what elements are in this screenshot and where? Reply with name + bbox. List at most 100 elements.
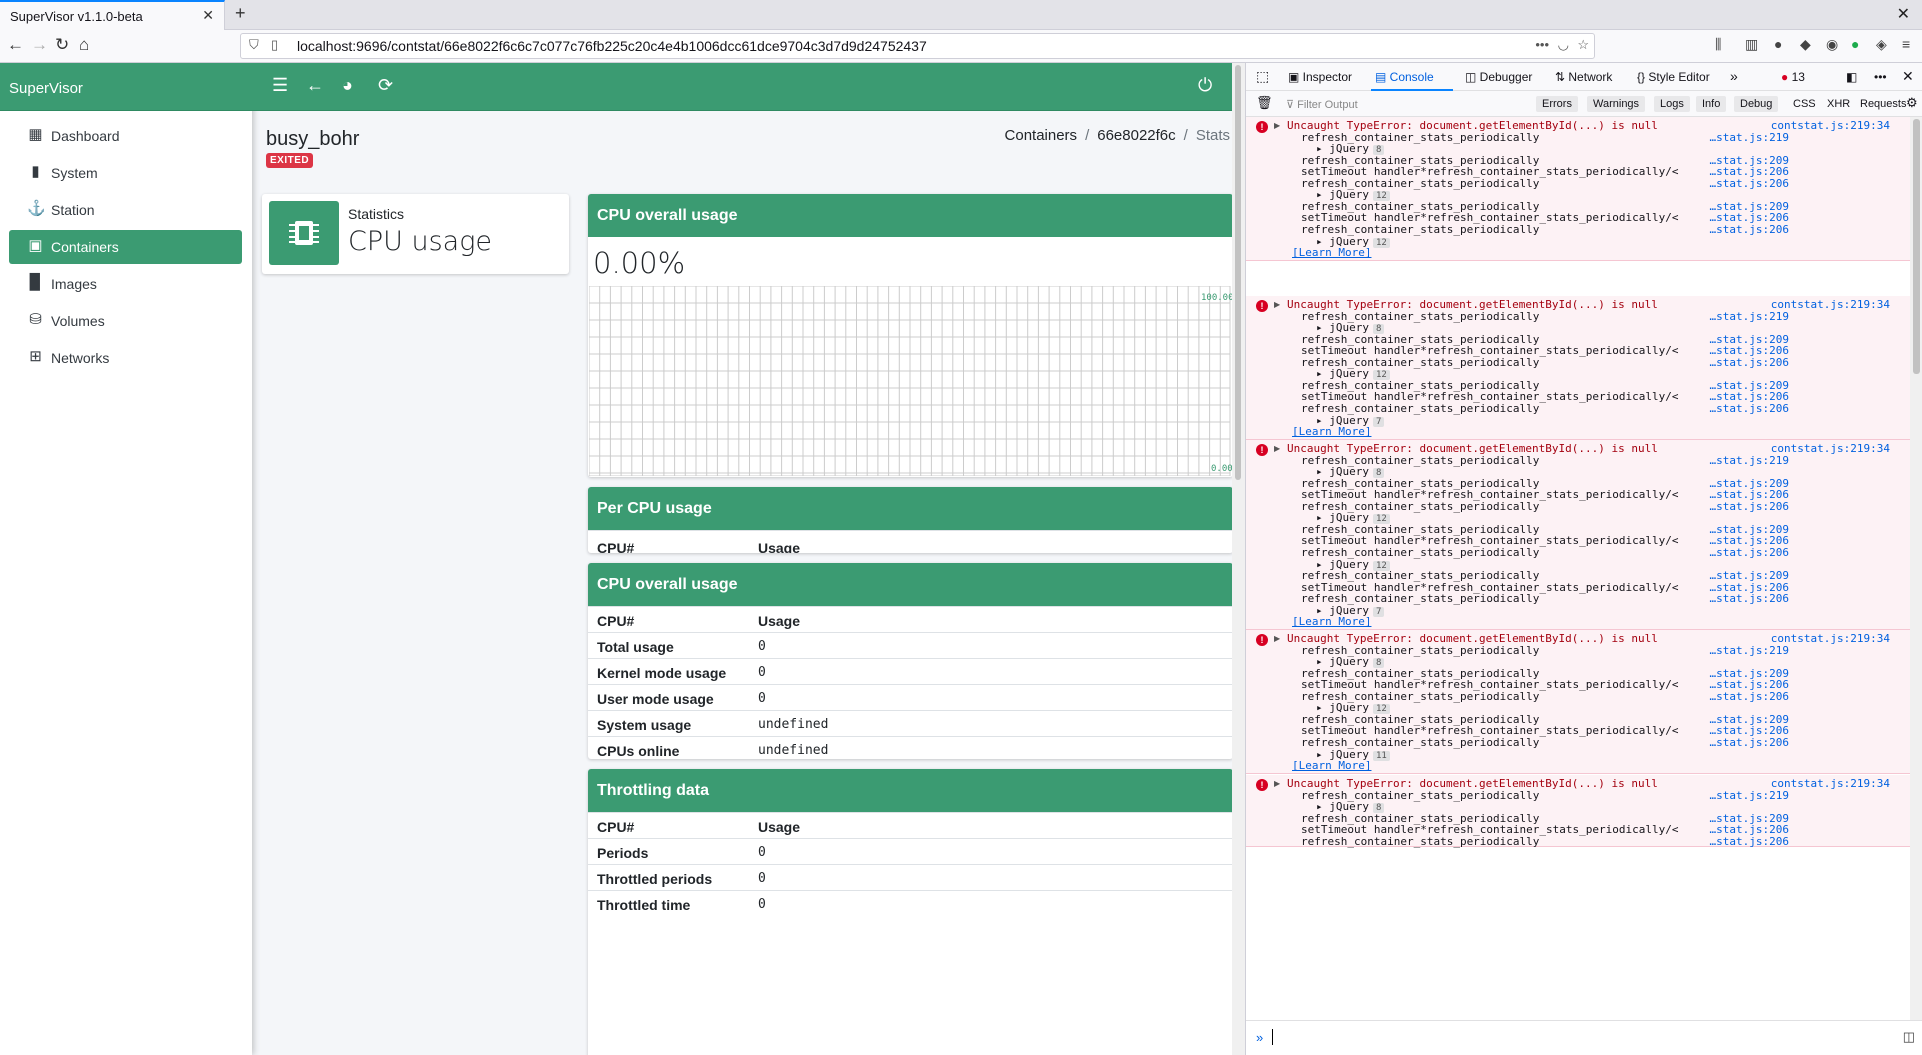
- back-arrow-icon[interactable]: ←: [306, 75, 324, 96]
- source-link[interactable]: …stat.js:219: [1710, 644, 1789, 657]
- reload-icon[interactable]: ↻: [55, 35, 69, 55]
- browser-tab[interactable]: SuperVisor v1.1.0-beta ✕: [0, 0, 225, 30]
- split-console-icon[interactable]: ◫: [1903, 1029, 1915, 1045]
- library-icon[interactable]: ⫼: [1715, 36, 1721, 53]
- dock-icon[interactable]: ◧: [1846, 70, 1857, 84]
- expand-triangle-icon[interactable]: ▶: [1274, 634, 1280, 643]
- error-count-badge[interactable]: ● 13: [1781, 70, 1805, 84]
- hamburger-menu-icon[interactable]: ☰: [272, 75, 288, 96]
- expand-triangle-icon[interactable]: ▶: [1274, 444, 1280, 453]
- sidebar-item-dashboard[interactable]: ▦ Dashboard: [9, 119, 242, 153]
- console-scrollbar[interactable]: [1910, 117, 1922, 1020]
- info-box: Statistics CPU usage: [262, 194, 569, 274]
- close-tab-icon[interactable]: ✕: [202, 7, 214, 24]
- sidebar-item-label: Images: [51, 276, 97, 292]
- tab-style-editor[interactable]: {} Style Editor: [1637, 70, 1710, 84]
- learn-more-link[interactable]: [Learn More]: [1292, 615, 1371, 628]
- tab-console[interactable]: ▤ Console: [1375, 70, 1434, 84]
- source-link[interactable]: …stat.js:206: [1710, 223, 1789, 236]
- cpu-usage-chart: 100.00 0.00: [589, 286, 1232, 476]
- palette-icon[interactable]: ◕: [342, 75, 353, 96]
- bookmark-star-icon[interactable]: ☆: [1577, 37, 1589, 53]
- extension-icon[interactable]: ◉: [1826, 36, 1838, 53]
- element-picker-icon[interactable]: ⬚: [1256, 68, 1269, 85]
- filter-input[interactable]: ⊽ Filter Output: [1286, 98, 1358, 111]
- tab-debugger[interactable]: ◫ Debugger: [1465, 70, 1532, 84]
- back-icon[interactable]: ←: [7, 35, 24, 55]
- pocket-icon[interactable]: ◡: [1558, 37, 1569, 53]
- filter-requests-button[interactable]: Requests: [1860, 98, 1906, 110]
- source-link[interactable]: …stat.js:206: [1710, 356, 1789, 369]
- source-link[interactable]: …stat.js:206: [1710, 546, 1789, 559]
- tab-network[interactable]: ⇅ Network: [1555, 70, 1612, 84]
- scrollbar-thumb[interactable]: [1235, 65, 1241, 480]
- grammarly-icon[interactable]: ●: [1851, 36, 1859, 52]
- sidebar-item-system[interactable]: ▮ System: [9, 156, 242, 190]
- sidebar-item-containers[interactable]: ▣ Containers: [9, 230, 242, 264]
- sidebar-toggle-icon[interactable]: ▥: [1745, 36, 1758, 53]
- sidebar-item-networks[interactable]: ⊞ Networks: [9, 341, 242, 375]
- learn-more-link[interactable]: [Learn More]: [1292, 246, 1371, 259]
- breadcrumb-link[interactable]: 66e8022f6c: [1097, 127, 1175, 144]
- source-link[interactable]: …stat.js:219: [1710, 454, 1789, 467]
- close-devtools-icon[interactable]: ✕: [1902, 68, 1914, 85]
- source-link[interactable]: …stat.js:219: [1710, 310, 1789, 323]
- console-input[interactable]: » ◫: [1246, 1020, 1922, 1055]
- extension-icon[interactable]: ◈: [1876, 36, 1887, 53]
- filter-xhr-button[interactable]: XHR: [1827, 98, 1850, 110]
- url-bar[interactable]: ⛉ ▯ localhost:9696/contstat/66e8022f6c6c…: [240, 33, 1595, 59]
- source-link[interactable]: …stat.js:206: [1710, 835, 1789, 848]
- source-link[interactable]: …stat.js:219: [1710, 789, 1789, 802]
- filter-info-button[interactable]: Info: [1696, 96, 1727, 112]
- source-link[interactable]: …stat.js:206: [1710, 592, 1789, 605]
- settings-gear-icon[interactable]: ⚙: [1906, 95, 1918, 111]
- more-tabs-icon[interactable]: »: [1730, 68, 1738, 84]
- filter-logs-button[interactable]: Logs: [1654, 96, 1690, 112]
- home-icon[interactable]: ⌂: [79, 35, 89, 55]
- avatar[interactable]: ●: [1774, 36, 1782, 52]
- filter-warnings-button[interactable]: Warnings: [1587, 96, 1646, 112]
- per-cpu-usage-card: Per CPU usage CPU# Usage: [588, 487, 1233, 553]
- more-options-icon[interactable]: •••: [1874, 70, 1887, 84]
- source-link[interactable]: …stat.js:206: [1710, 177, 1789, 190]
- brand-logo[interactable]: SuperVisor: [0, 63, 252, 111]
- expand-triangle-icon[interactable]: ▶: [1274, 300, 1280, 309]
- console-output: ! ▶ Uncaught TypeError: document.getElemen…: [1246, 117, 1910, 1020]
- app-viewport: SuperVisor ▦ Dashboard ▮ System ⚓ Statio…: [0, 63, 1245, 1055]
- close-window-icon[interactable]: ✕: [1897, 4, 1910, 24]
- column-header: Usage: [758, 540, 801, 553]
- sidebar-item-station[interactable]: ⚓ Station: [9, 193, 242, 227]
- tab-inspector[interactable]: ▣ Inspector: [1288, 70, 1352, 84]
- shield-icon[interactable]: ⛉: [249, 37, 259, 53]
- sidebar-item-images[interactable]: ▉ Images: [9, 267, 242, 301]
- column-header: Usage: [758, 613, 801, 629]
- learn-more-link[interactable]: [Learn More]: [1292, 425, 1371, 438]
- refresh-icon[interactable]: ⟳: [378, 75, 393, 96]
- menu-icon[interactable]: ≡: [1902, 36, 1910, 52]
- filter-debug-button[interactable]: Debug: [1734, 96, 1779, 112]
- source-link[interactable]: …stat.js:219: [1710, 131, 1789, 144]
- filter-errors-button[interactable]: Errors: [1536, 96, 1578, 112]
- url-text[interactable]: localhost:9696/contstat/66e8022f6c6c7c07…: [297, 38, 927, 54]
- filter-css-button[interactable]: CSS: [1793, 98, 1816, 110]
- more-actions-icon[interactable]: •••: [1535, 37, 1549, 52]
- expand-triangle-icon[interactable]: ▶: [1274, 121, 1280, 130]
- source-link[interactable]: …stat.js:206: [1710, 500, 1789, 513]
- error-icon: ●: [1781, 70, 1789, 84]
- learn-more-link[interactable]: [Learn More]: [1292, 759, 1371, 772]
- forward-icon[interactable]: →: [31, 35, 48, 55]
- source-link[interactable]: …stat.js:206: [1710, 402, 1789, 415]
- expand-triangle-icon[interactable]: ▶: [1274, 779, 1280, 788]
- scrollbar-thumb[interactable]: [1913, 119, 1920, 374]
- source-link[interactable]: …stat.js:206: [1710, 736, 1789, 749]
- sidebar-item-volumes[interactable]: ⛁ Volumes: [9, 304, 242, 338]
- breadcrumb-link[interactable]: Containers: [1005, 127, 1078, 144]
- page-scrollbar[interactable]: [1232, 63, 1245, 1055]
- new-tab-icon[interactable]: +: [235, 3, 246, 24]
- trash-icon[interactable]: 🗑: [1256, 95, 1273, 111]
- stack-frame: refresh_container_stats_periodically: [1301, 834, 1540, 848]
- extension-icon[interactable]: ◆: [1800, 36, 1811, 53]
- tab-label: Network: [1568, 70, 1613, 84]
- source-link[interactable]: …stat.js:206: [1710, 690, 1789, 703]
- power-icon[interactable]: ⏻: [1198, 75, 1212, 96]
